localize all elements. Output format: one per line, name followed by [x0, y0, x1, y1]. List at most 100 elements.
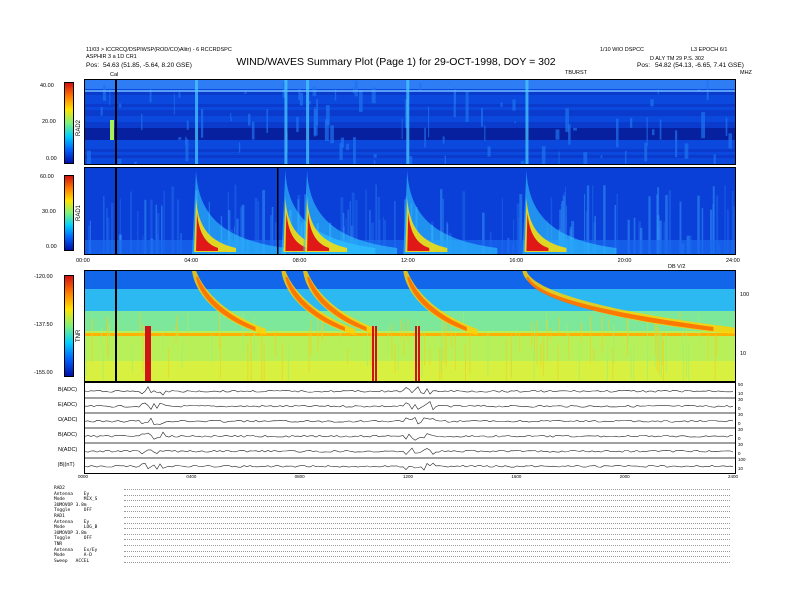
- rad2-streak: [373, 160, 376, 164]
- tnr-streak: [131, 347, 133, 373]
- rad2-band: [85, 152, 735, 155]
- rad2-streak: [102, 85, 107, 101]
- settings-row: Toggle OFF: [54, 536, 92, 542]
- tnr-spike: [149, 326, 151, 381]
- rad1-tick-2: 0.00: [46, 244, 57, 250]
- rad2-band: [85, 86, 735, 89]
- tnr-streak: [665, 332, 667, 374]
- settings-row: Mode LOG_B: [54, 525, 98, 531]
- rad2-band: [85, 83, 735, 86]
- tnr-streak: [510, 334, 512, 378]
- rad1-xtick: 16:00: [509, 258, 524, 264]
- rad2-streak: [247, 113, 251, 126]
- settings-dotline: [124, 511, 730, 513]
- tnr-streak: [421, 330, 423, 378]
- rad2-streak: [325, 105, 330, 125]
- tnr-streak: [519, 331, 521, 352]
- tnr-streak: [317, 314, 319, 352]
- rad1-xtick: 24:00: [726, 258, 740, 264]
- settings-dotline: [124, 522, 730, 524]
- tnr-streak: [443, 318, 445, 364]
- tnr-streak: [568, 331, 570, 359]
- colorbar-tnr: [64, 275, 74, 377]
- rad2-streak: [725, 117, 728, 136]
- tnr-streak: [107, 318, 109, 336]
- settings-row: Mode MIX_S: [54, 497, 98, 503]
- tnr-streak: [540, 343, 542, 367]
- tnr-streak: [347, 348, 349, 365]
- rad2-streak: [701, 112, 706, 139]
- tnr-streak: [261, 332, 263, 381]
- rad2-streak: [308, 100, 311, 105]
- tnr-streak: [424, 332, 426, 366]
- rad2-streak: [573, 127, 577, 131]
- rad2-band: [85, 122, 735, 125]
- tnr-tick-2: -155.00: [34, 370, 53, 376]
- hk-right-tick: 10: [738, 466, 744, 471]
- mhz-label: MHZ: [740, 70, 752, 76]
- tnr-right-tick-1: 10: [740, 351, 747, 357]
- rad2-streak: [186, 120, 189, 130]
- tnr-streak: [219, 337, 221, 379]
- tnr-streak: [308, 329, 310, 373]
- rad2-streak: [442, 136, 445, 144]
- rad2-streak: [652, 129, 655, 136]
- hk-right-tick: 100: [738, 457, 746, 462]
- tnr-streak: [546, 320, 548, 361]
- rad2-cal-line: [115, 80, 117, 164]
- rad2-streak: [352, 137, 356, 164]
- rad2-streak: [419, 82, 422, 91]
- tnr-spike: [375, 326, 377, 381]
- rad2-tick-0: 40.00: [40, 83, 54, 89]
- rad2-streak: [346, 143, 350, 150]
- hk-row-label: |B|(nT): [58, 461, 75, 468]
- tnr-streak: [139, 312, 141, 338]
- rad2-streak: [141, 113, 143, 131]
- tnr-streak: [263, 342, 265, 381]
- rad2-cal-patch: [110, 120, 114, 140]
- tnr-streak: [545, 312, 547, 330]
- rad2-streak: [428, 106, 430, 138]
- rad2-streak: [646, 117, 648, 146]
- tnr-streak: [566, 322, 568, 340]
- tnr-spike: [372, 326, 374, 381]
- tnr-streak: [439, 347, 441, 381]
- pos-left-label: Pos:: [86, 62, 100, 69]
- tnr-streak: [162, 334, 164, 355]
- rad2-streak: [541, 146, 546, 164]
- rad2-streak: [512, 99, 516, 111]
- tnr-spike: [145, 326, 147, 381]
- tnr-mark-label: DB V/2: [668, 264, 686, 270]
- tnr-streak: [175, 325, 177, 344]
- rad2-band: [85, 95, 735, 98]
- rad2-band: [85, 146, 735, 149]
- tnr-streak: [469, 329, 471, 374]
- hk-row-label: B(ADC): [58, 386, 77, 393]
- hk-trace: [85, 386, 734, 396]
- tnr-bottom: [85, 361, 735, 381]
- settings-dotline: [124, 539, 730, 541]
- hk-xtick: 2400: [728, 474, 739, 479]
- tnr-streak: [589, 315, 591, 364]
- tnr-streak: [578, 340, 580, 380]
- rad2-streak: [373, 154, 377, 158]
- rad2-streak: [453, 90, 456, 118]
- tnr-streak: [397, 339, 399, 371]
- rad2-streak: [555, 129, 560, 140]
- hk-xtick: 1600: [511, 474, 522, 479]
- tnr-streak: [682, 342, 684, 381]
- tnr-streak: [91, 318, 93, 363]
- hk-row-label: B(ADC): [58, 431, 77, 438]
- rad2-band: [85, 149, 735, 152]
- tnr-streak: [287, 343, 289, 381]
- tnr-streak: [601, 316, 603, 354]
- rad1-tick-1: 30.00: [42, 209, 56, 215]
- rad2-streak: [650, 99, 654, 107]
- ticks-label: TBURST: [565, 70, 587, 76]
- rad2-streak: [558, 151, 560, 164]
- settings-dotline: [124, 556, 730, 558]
- tnr-streak: [181, 342, 183, 354]
- settings-row: RAD2: [54, 486, 65, 491]
- settings-row: Mode A-D: [54, 553, 92, 559]
- tnr-streak: [613, 323, 615, 364]
